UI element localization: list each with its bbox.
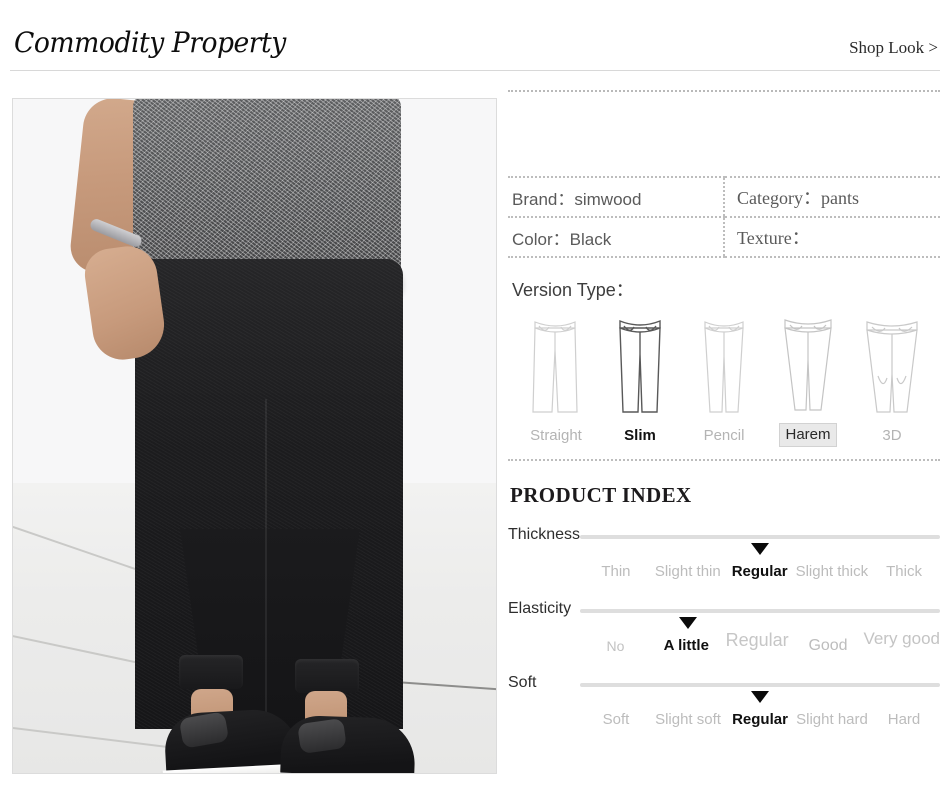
pants-straight-icon bbox=[525, 314, 587, 418]
version-option-pencil[interactable]: Pencil bbox=[685, 314, 763, 447]
scale-option[interactable]: Slight hard bbox=[796, 711, 868, 728]
version-option-slim[interactable]: Slim bbox=[601, 314, 679, 447]
elasticity-scale: No A little Regular Good Very good bbox=[580, 624, 940, 654]
version-type-title: Version Type： bbox=[512, 280, 634, 300]
product-image bbox=[12, 98, 497, 774]
model-pants-seam bbox=[265, 399, 267, 739]
product-index-title: PRODUCT INDEX bbox=[510, 483, 692, 507]
model-pant-cuff-right bbox=[295, 659, 359, 693]
scale-option[interactable]: Slight soft bbox=[652, 711, 724, 728]
scale-option[interactable]: Slight thin bbox=[652, 563, 724, 580]
scale-option[interactable]: Very good bbox=[863, 629, 940, 649]
version-type-options: Straight Slim Pencil Harem 3D bbox=[508, 312, 940, 447]
header-divider bbox=[10, 70, 940, 71]
scale-option[interactable]: Soft bbox=[580, 711, 652, 728]
index-row-thickness: Thickness Thin Slight thin Regular Sligh… bbox=[508, 526, 940, 582]
version-type-section: Version Type： Straight Slim Pencil Harem… bbox=[508, 258, 940, 461]
version-type-divider bbox=[508, 459, 940, 461]
index-label: Thickness bbox=[508, 526, 581, 543]
spec-category: Category：pants bbox=[723, 176, 940, 218]
scale-option-selected[interactable]: Regular bbox=[724, 711, 796, 728]
pants-pencil-icon bbox=[693, 314, 755, 418]
panel-top-spacer bbox=[508, 92, 940, 176]
version-option-3d[interactable]: 3D bbox=[853, 314, 931, 447]
index-label: Elasticity bbox=[508, 600, 572, 617]
index-label: Soft bbox=[508, 674, 537, 691]
index-row-soft: Soft Soft Slight soft Regular Slight har… bbox=[508, 674, 940, 730]
scale-option-selected[interactable]: A little bbox=[651, 637, 722, 654]
spec-color: Color：Black bbox=[508, 217, 724, 258]
table-row: Color：Black Texture： bbox=[508, 217, 940, 258]
product-photo bbox=[13, 99, 496, 773]
thickness-slider-track[interactable] bbox=[580, 535, 940, 555]
scale-option[interactable]: Thin bbox=[580, 563, 652, 580]
version-option-harem[interactable]: Harem bbox=[769, 312, 847, 447]
spec-texture: Texture： bbox=[723, 217, 940, 258]
version-option-straight[interactable]: Straight bbox=[517, 314, 595, 447]
scale-option[interactable]: Slight thick bbox=[796, 563, 869, 580]
page-title: Commodity Property bbox=[14, 26, 286, 59]
scale-option[interactable]: No bbox=[580, 638, 651, 654]
spec-brand: Brand：simwood bbox=[508, 176, 724, 218]
thickness-scale: Thin Slight thin Regular Slight thick Th… bbox=[580, 550, 940, 580]
scale-option[interactable]: Thick bbox=[868, 563, 940, 580]
version-option-label: Harem bbox=[779, 423, 837, 447]
scale-option[interactable]: Hard bbox=[868, 711, 940, 728]
soft-scale: Soft Slight soft Regular Slight hard Har… bbox=[580, 698, 940, 728]
soft-slider-track[interactable] bbox=[580, 683, 940, 703]
scale-option[interactable]: Regular bbox=[722, 630, 793, 651]
version-option-label: 3D bbox=[882, 427, 902, 444]
property-panel: Brand：simwood Category：pants Color：Black… bbox=[508, 90, 940, 730]
pants-slim-icon bbox=[609, 314, 671, 418]
scale-option[interactable]: Good bbox=[793, 637, 864, 655]
index-row-elasticity: Elasticity No A little Regular Good Very… bbox=[508, 600, 940, 656]
scale-option-selected[interactable]: Regular bbox=[724, 563, 796, 580]
version-option-label: Slim bbox=[624, 427, 656, 444]
version-option-label: Straight bbox=[530, 427, 582, 444]
shop-look-link[interactable]: Shop Look > bbox=[849, 38, 938, 58]
spec-table: Brand：simwood Category：pants Color：Black… bbox=[508, 176, 940, 258]
pants-harem-icon bbox=[777, 312, 839, 416]
page-header: Commodity Property Shop Look > bbox=[0, 0, 950, 72]
table-row: Brand：simwood Category：pants bbox=[508, 176, 940, 218]
elasticity-slider-track[interactable] bbox=[580, 609, 940, 629]
model-pant-cuff-left bbox=[179, 655, 243, 689]
version-option-label: Pencil bbox=[703, 427, 745, 444]
pants-3d-icon bbox=[861, 314, 923, 418]
